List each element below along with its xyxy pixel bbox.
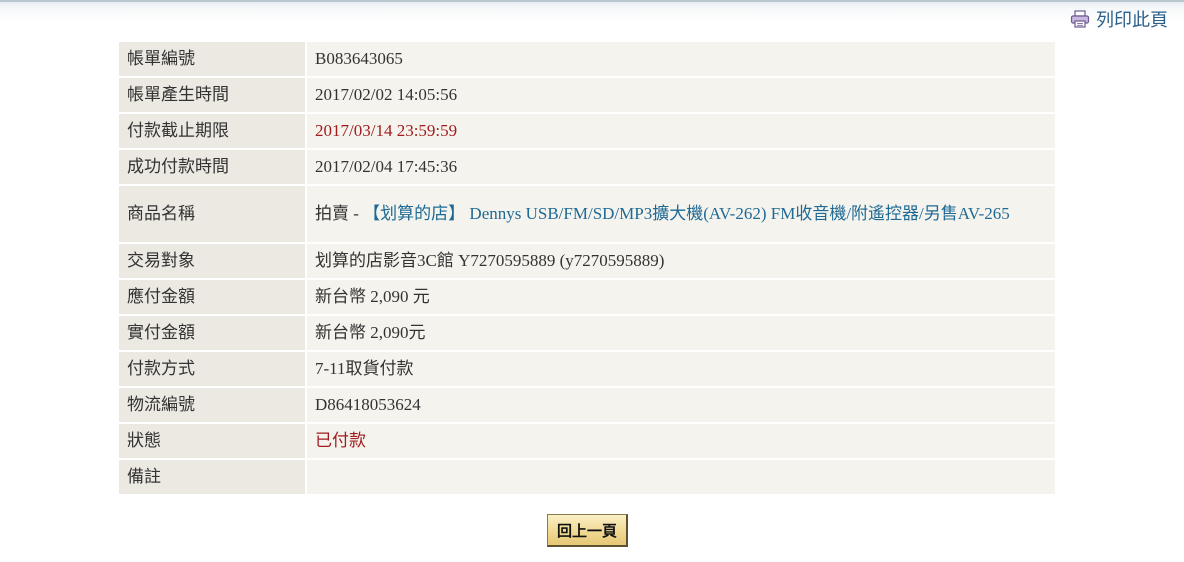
printer-icon: [1070, 10, 1090, 28]
row-payment-deadline: 付款截止期限 2017/03/14 23:59:59: [119, 114, 1055, 150]
label-remarks: 備註: [119, 460, 307, 496]
value-payment-success-time: 2017/02/04 17:45:36: [307, 150, 1055, 186]
top-bar: 列印此頁: [0, 0, 1184, 34]
row-bill-number: 帳單編號 B083643065: [119, 42, 1055, 78]
value-logistics-number: D86418053624: [307, 388, 1055, 424]
label-bill-number: 帳單編號: [119, 42, 307, 78]
value-trade-partner: 划算的店影音3C館 Y7270595889 (y7270595889): [307, 244, 1055, 280]
label-amount-paid: 實付金額: [119, 316, 307, 352]
row-product-name: 商品名稱 拍賣 - 【划算的店】 Dennys USB/FM/SD/MP3擴大機…: [119, 186, 1055, 244]
row-amount-paid: 實付金額 新台幣 2,090元: [119, 316, 1055, 352]
product-link[interactable]: 【划算的店】 Dennys USB/FM/SD/MP3擴大機(AV-262) F…: [363, 204, 1010, 223]
product-type-prefix: 拍賣 -: [315, 204, 364, 223]
value-bill-number: B083643065: [307, 42, 1055, 78]
value-bill-created-time: 2017/02/02 14:05:56: [307, 78, 1055, 114]
value-status: 已付款: [307, 424, 1055, 460]
label-amount-due: 應付金額: [119, 280, 307, 316]
label-payment-success-time: 成功付款時間: [119, 150, 307, 186]
label-payment-deadline: 付款截止期限: [119, 114, 307, 150]
value-amount-due: 新台幣 2,090 元: [307, 280, 1055, 316]
value-remarks: [307, 460, 1055, 496]
bill-detail-table: 帳單編號 B083643065 帳單產生時間 2017/02/02 14:05:…: [119, 42, 1055, 496]
value-amount-paid: 新台幣 2,090元: [307, 316, 1055, 352]
value-payment-deadline: 2017/03/14 23:59:59: [307, 114, 1055, 150]
label-bill-created-time: 帳單產生時間: [119, 78, 307, 114]
row-remarks: 備註: [119, 460, 1055, 496]
row-bill-created-time: 帳單產生時間 2017/02/02 14:05:56: [119, 78, 1055, 114]
row-status: 狀態 已付款: [119, 424, 1055, 460]
label-status: 狀態: [119, 424, 307, 460]
row-payment-method: 付款方式 7-11取貨付款: [119, 352, 1055, 388]
row-logistics-number: 物流編號 D86418053624: [119, 388, 1055, 424]
value-payment-method: 7-11取貨付款: [307, 352, 1055, 388]
print-page-label[interactable]: 列印此頁: [1096, 6, 1168, 32]
row-trade-partner: 交易對象 划算的店影音3C館 Y7270595889 (y7270595889): [119, 244, 1055, 280]
label-product-name: 商品名稱: [119, 186, 307, 244]
label-logistics-number: 物流編號: [119, 388, 307, 424]
row-payment-success-time: 成功付款時間 2017/02/04 17:45:36: [119, 150, 1055, 186]
back-button[interactable]: 回上一頁: [547, 514, 628, 547]
print-page-link[interactable]: 列印此頁: [1070, 6, 1168, 32]
value-product-name: 拍賣 - 【划算的店】 Dennys USB/FM/SD/MP3擴大機(AV-2…: [307, 186, 1055, 244]
row-amount-due: 應付金額 新台幣 2,090 元: [119, 280, 1055, 316]
label-trade-partner: 交易對象: [119, 244, 307, 280]
label-payment-method: 付款方式: [119, 352, 307, 388]
